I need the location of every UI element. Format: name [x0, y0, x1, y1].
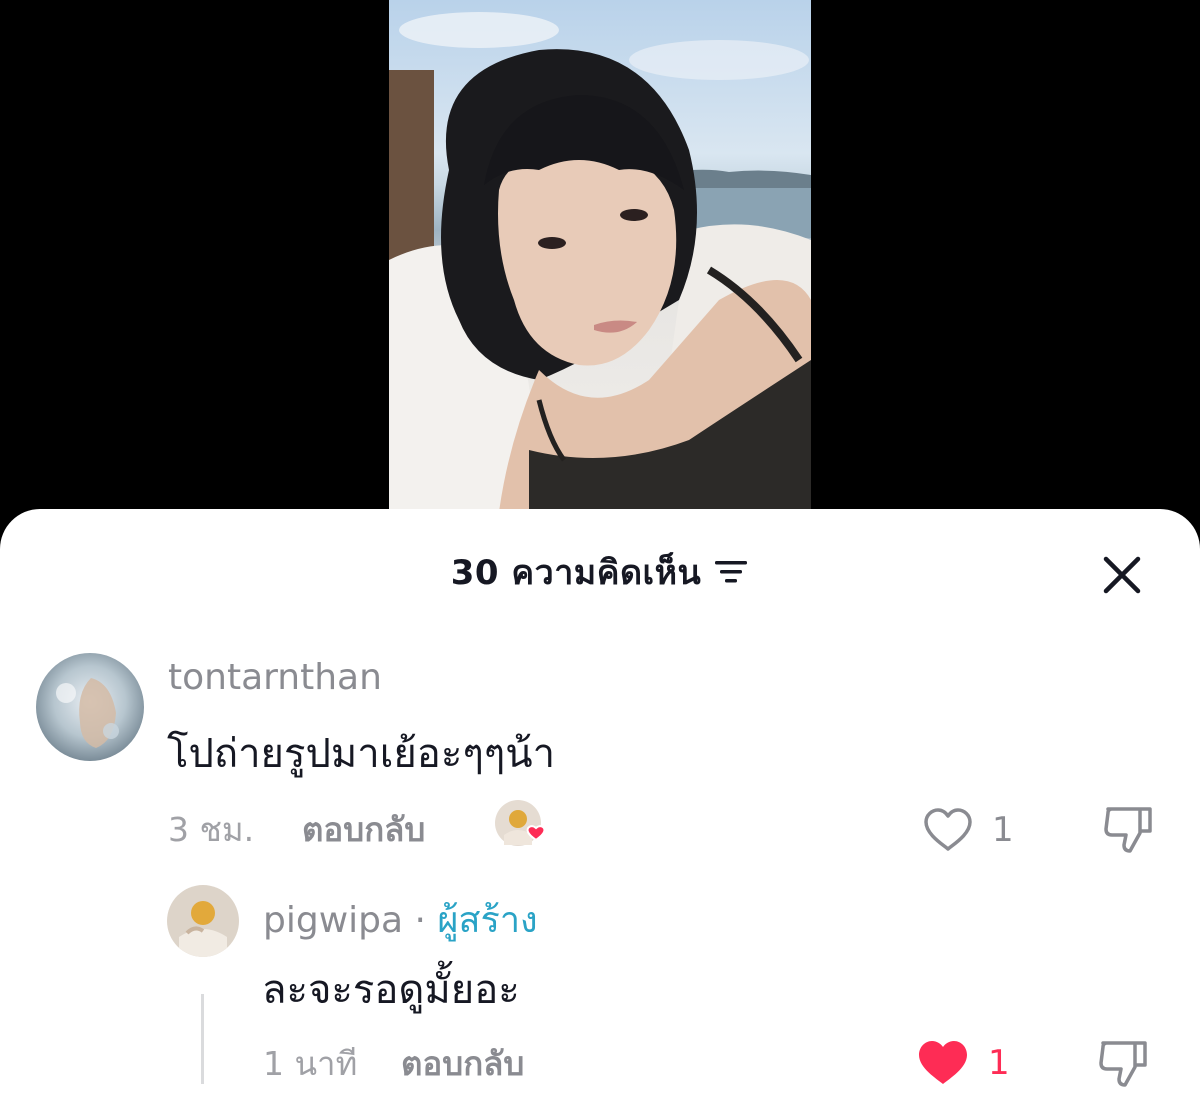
reply-username[interactable]: pigwipa	[263, 900, 403, 941]
like-button[interactable]: 1	[916, 1039, 1010, 1087]
comment-text: โปถ่ายรูปมาเย้อะๆๆน้า	[167, 731, 556, 777]
reply-text: ละจะรอดูมั้ยอะ	[262, 967, 520, 1013]
avatar[interactable]	[36, 653, 144, 761]
comment-timestamp: 3 ชม.	[168, 810, 255, 849]
creator-label: ผู้สร้าง	[437, 900, 538, 941]
video-thumbnail	[389, 0, 811, 512]
reply-item: pigwipa · ผู้สร้าง ละจะรอดูมั้ยอะ 1 นาที…	[0, 869, 1200, 1116]
thread-line	[201, 994, 204, 1084]
comment-item: tontarnthan โปถ่ายรูปมาเย้อะๆๆน้า 3 ชม. …	[0, 509, 1200, 869]
video-player[interactable]	[0, 0, 1200, 520]
separator-dot: ·	[414, 900, 426, 941]
avatar[interactable]	[167, 885, 239, 957]
thumbs-down-icon	[1104, 807, 1152, 853]
like-count: 1	[992, 810, 1014, 850]
heart-icon	[919, 1041, 967, 1084]
like-button[interactable]: 1	[922, 807, 1014, 853]
reply-username-row: pigwipa · ผู้สร้าง	[263, 891, 538, 948]
thumbs-down-icon	[1099, 1041, 1147, 1087]
like-count: 1	[988, 1043, 1010, 1083]
reply-button[interactable]: ตอบกลับ	[401, 1037, 524, 1090]
comments-sheet: 30 ความคิดเห็น tontarnthan โปถ่ายรูปมาเย…	[0, 509, 1200, 1116]
reply-button[interactable]: ตอบกลับ	[302, 803, 425, 856]
reply-timestamp: 1 นาที	[263, 1044, 358, 1083]
dislike-button[interactable]	[1095, 1035, 1151, 1091]
creator-liked-badge	[494, 799, 546, 847]
comment-username[interactable]: tontarnthan	[168, 657, 382, 698]
heart-icon	[924, 808, 972, 851]
dislike-button[interactable]	[1100, 801, 1156, 857]
